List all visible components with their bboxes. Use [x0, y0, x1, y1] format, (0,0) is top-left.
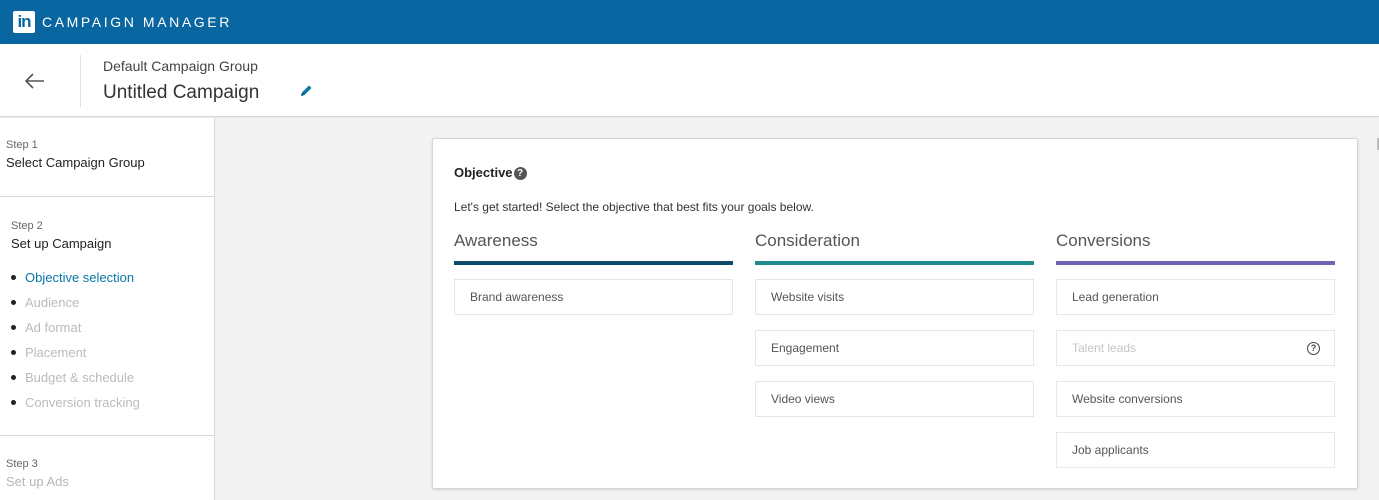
- objective-title: Objective: [454, 165, 513, 180]
- campaign-group-name: Default Campaign Group: [103, 58, 258, 74]
- step-number: Step 3: [6, 458, 38, 470]
- top-navigation-bar: in CAMPAIGN MANAGER: [0, 0, 1379, 44]
- substep-budget-schedule[interactable]: Budget & schedule: [11, 365, 214, 390]
- substep-objective-selection[interactable]: Objective selection: [11, 265, 214, 290]
- arrow-left-icon: [24, 73, 44, 89]
- column-color-bar: [755, 261, 1034, 265]
- question-circle-icon[interactable]: ?: [513, 167, 527, 180]
- option-lead-generation[interactable]: Lead generation: [1056, 279, 1335, 315]
- substep-label: Audience: [25, 295, 80, 310]
- pencil-icon: [301, 85, 312, 96]
- step-3[interactable]: Step 3 Set up Ads: [0, 436, 214, 489]
- option-brand-awareness[interactable]: Brand awareness: [454, 279, 733, 315]
- substep-audience[interactable]: Audience: [11, 290, 214, 315]
- awareness-column: Awareness Brand awareness: [454, 231, 733, 330]
- option-talent-leads: Talent leads?: [1056, 330, 1335, 366]
- option-engagement[interactable]: Engagement: [755, 330, 1034, 366]
- option-website-conversions[interactable]: Website conversions: [1056, 381, 1335, 417]
- campaign-steps-sidebar: Step 1 Select Campaign Group Step 2 Set …: [0, 118, 215, 500]
- header-divider: [80, 55, 81, 107]
- step-title: Set up Ads: [6, 474, 69, 489]
- option-label: Engagement: [771, 341, 840, 355]
- option-label: Video views: [771, 392, 835, 406]
- step-2[interactable]: Step 2 Set up Campaign Objective selecti…: [0, 197, 214, 436]
- step-title: Select Campaign Group: [6, 155, 145, 170]
- substep-label: Placement: [25, 345, 87, 360]
- column-color-bar: [1056, 261, 1335, 265]
- bullet-icon: [11, 375, 16, 380]
- objective-description: Let's get started! Select the objective …: [454, 200, 814, 214]
- substep-placement[interactable]: Placement: [11, 340, 214, 365]
- substep-conversion-tracking[interactable]: Conversion tracking: [11, 390, 214, 415]
- bullet-icon: [11, 300, 16, 305]
- campaign-header: Default Campaign Group Untitled Campaign: [0, 44, 1379, 117]
- back-button[interactable]: [22, 68, 48, 94]
- consideration-column: Consideration Website visits Engagement …: [755, 231, 1034, 432]
- option-job-applicants[interactable]: Job applicants: [1056, 432, 1335, 468]
- step-title: Set up Campaign: [11, 236, 112, 251]
- bullet-icon: [11, 325, 16, 330]
- conversions-column: Conversions Lead generation Talent leads…: [1056, 231, 1335, 483]
- option-label: Brand awareness: [470, 290, 564, 304]
- campaign-name: Untitled Campaign: [103, 82, 260, 103]
- option-label: Talent leads: [1072, 341, 1137, 355]
- substep-list: Objective selection Audience Ad format P…: [11, 265, 214, 415]
- question-circle-outline-icon[interactable]: ?: [1307, 341, 1320, 355]
- app-title: CAMPAIGN MANAGER: [42, 14, 232, 30]
- bullet-icon: [11, 275, 16, 280]
- column-heading: Conversions: [1056, 231, 1151, 250]
- substep-label: Objective selection: [25, 270, 135, 285]
- option-label: Website conversions: [1072, 392, 1183, 406]
- option-label: Lead generation: [1072, 290, 1159, 304]
- objective-heading: Objective ?: [454, 165, 527, 180]
- substep-label: Conversion tracking: [25, 395, 140, 410]
- step-number: Step 1: [6, 139, 38, 151]
- linkedin-logo-icon[interactable]: in: [13, 11, 35, 33]
- column-heading: Consideration: [755, 231, 860, 250]
- edit-campaign-name-button[interactable]: [298, 83, 314, 99]
- option-label: Website visits: [771, 290, 845, 304]
- substep-label: Ad format: [25, 320, 82, 335]
- bullet-icon: [11, 350, 16, 355]
- column-heading: Awareness: [454, 231, 538, 250]
- option-website-visits[interactable]: Website visits: [755, 279, 1034, 315]
- step-1[interactable]: Step 1 Select Campaign Group: [0, 118, 214, 197]
- step-number: Step 2: [11, 220, 43, 232]
- substep-label: Budget & schedule: [25, 370, 135, 385]
- option-label: Job applicants: [1072, 443, 1149, 457]
- substep-ad-format[interactable]: Ad format: [11, 315, 214, 340]
- column-color-bar: [454, 261, 733, 265]
- objective-card: Objective ? Let's get started! Select th…: [432, 138, 1358, 489]
- bullet-icon: [11, 400, 16, 405]
- option-video-views[interactable]: Video views: [755, 381, 1034, 417]
